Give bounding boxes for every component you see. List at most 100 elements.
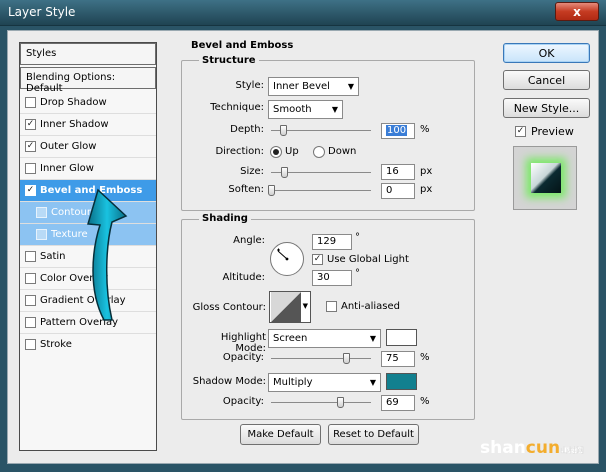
- close-icon: x: [573, 4, 581, 19]
- style-dropdown[interactable]: Inner Bevel ▼: [268, 77, 359, 96]
- technique-value: Smooth: [273, 104, 312, 115]
- highlight-opacity-slider[interactable]: [271, 358, 371, 359]
- highlight-opacity-thumb[interactable]: [343, 353, 350, 364]
- technique-dropdown[interactable]: Smooth ▼: [268, 100, 343, 119]
- shadow-opacity-unit: %: [420, 396, 430, 407]
- structure-title: Structure: [199, 55, 259, 66]
- style-item-label: Outer Glow: [40, 141, 97, 152]
- watermark-sub: 山村网: [560, 446, 584, 455]
- styles-header[interactable]: Styles: [20, 43, 156, 65]
- style-item-checkbox[interactable]: [25, 96, 36, 108]
- style-item-checkbox[interactable]: [25, 295, 36, 306]
- technique-label: Technique:: [210, 102, 264, 113]
- check-icon: ✓: [516, 126, 525, 136]
- shadow-mode-label: Shadow Mode:: [192, 376, 266, 387]
- altitude-label: Altitude:: [222, 272, 265, 283]
- style-item-checkbox[interactable]: [25, 273, 36, 284]
- contour-icon: [271, 292, 301, 322]
- highlight-mode-value: Screen: [273, 333, 308, 344]
- annotation-arrow: [87, 188, 128, 321]
- style-item-checkbox[interactable]: [25, 251, 36, 262]
- soften-unit: px: [420, 184, 433, 195]
- depth-value: 100: [386, 125, 408, 136]
- close-button[interactable]: x: [555, 2, 599, 21]
- preview-swatch: [513, 146, 577, 210]
- shadow-color-swatch[interactable]: [386, 373, 417, 390]
- new-style-button[interactable]: New Style...: [503, 98, 590, 118]
- angle-input[interactable]: 129: [312, 234, 352, 250]
- direction-label: Direction:: [215, 146, 264, 157]
- style-item-inner-glow[interactable]: Inner Glow: [20, 157, 156, 179]
- make-default-button[interactable]: Make Default: [240, 424, 321, 445]
- style-item-checkbox[interactable]: ✓: [25, 119, 36, 130]
- watermark-brand: shan: [480, 438, 526, 458]
- highlight-color-swatch[interactable]: [386, 329, 417, 346]
- style-item-checkbox[interactable]: [25, 339, 36, 350]
- style-item-stroke[interactable]: Stroke: [20, 333, 156, 355]
- size-unit: px: [420, 166, 433, 177]
- anti-aliased-checkbox[interactable]: [326, 301, 337, 312]
- style-item-checkbox[interactable]: [36, 207, 47, 218]
- check-icon: ✓: [26, 119, 35, 129]
- use-global-light-checkbox[interactable]: ✓: [312, 254, 323, 265]
- use-global-light-label: Use Global Light: [327, 254, 409, 265]
- direction-up-label: Up: [285, 146, 299, 157]
- blending-options-item[interactable]: Blending Options: Default: [20, 67, 156, 94]
- highlight-mode-label: Highlight Mode:: [220, 332, 266, 354]
- shadow-opacity-input[interactable]: 69: [381, 395, 415, 411]
- reset-to-default-button[interactable]: Reset to Default: [328, 424, 419, 445]
- check-icon: ✓: [26, 141, 35, 151]
- cancel-button[interactable]: Cancel: [503, 70, 590, 90]
- style-item-checkbox[interactable]: [36, 229, 47, 240]
- soften-slider[interactable]: [271, 190, 371, 191]
- ok-button[interactable]: OK: [503, 43, 590, 63]
- depth-label: Depth:: [230, 124, 264, 135]
- size-slider-thumb[interactable]: [281, 167, 288, 178]
- style-item-checkbox[interactable]: ✓: [25, 141, 36, 152]
- shadow-opacity-label: Opacity:: [222, 396, 264, 407]
- style-item-checkbox[interactable]: ✓: [25, 185, 36, 196]
- direction-up-radio[interactable]: [270, 146, 282, 158]
- style-item-checkbox[interactable]: [25, 317, 36, 328]
- soften-slider-thumb[interactable]: [268, 185, 275, 196]
- angle-unit: °: [355, 232, 360, 243]
- style-item-label: Drop Shadow: [40, 96, 107, 108]
- style-item-label: Stroke: [40, 339, 72, 350]
- size-input[interactable]: 16: [381, 164, 415, 180]
- highlight-mode-dropdown[interactable]: Screen ▼: [268, 329, 381, 348]
- soften-input[interactable]: 0: [381, 183, 415, 199]
- depth-input[interactable]: 100: [381, 123, 415, 139]
- watermark-brand-cn: cun: [525, 438, 561, 458]
- chevron-down-icon: ▼: [369, 334, 376, 343]
- depth-slider-thumb[interactable]: [280, 125, 287, 136]
- highlight-opacity-input[interactable]: 75: [381, 351, 415, 367]
- style-item-checkbox[interactable]: [25, 163, 36, 174]
- shadow-mode-dropdown[interactable]: Multiply ▼: [268, 373, 381, 392]
- direction-down-radio[interactable]: [313, 146, 325, 158]
- shading-title: Shading: [199, 213, 251, 224]
- altitude-input[interactable]: 30: [312, 270, 352, 286]
- style-label: Style:: [235, 80, 265, 91]
- shadow-opacity-thumb[interactable]: [337, 397, 344, 408]
- check-icon: ✓: [313, 254, 322, 264]
- soften-label: Soften:: [228, 184, 264, 195]
- depth-unit: %: [420, 124, 430, 135]
- angle-label: Angle:: [233, 235, 265, 246]
- gloss-contour-label: Gloss Contour:: [192, 302, 266, 313]
- chevron-down-icon: ▼: [347, 82, 354, 91]
- preview-label: Preview: [531, 125, 574, 138]
- chevron-down-icon: ▼: [302, 302, 308, 310]
- style-item-inner-shadow[interactable]: ✓ Inner Shadow: [20, 113, 156, 135]
- anti-aliased-label: Anti-aliased: [341, 301, 401, 312]
- highlight-opacity-label: Opacity:: [222, 352, 264, 363]
- style-item-outer-glow[interactable]: ✓ Outer Glow: [20, 135, 156, 157]
- window-title: Layer Style: [8, 5, 76, 19]
- angle-dial[interactable]: [269, 241, 305, 277]
- style-item-label: Inner Shadow: [40, 119, 109, 130]
- gloss-contour-picker[interactable]: ▼: [269, 291, 311, 323]
- preview-checkbox[interactable]: ✓: [515, 126, 526, 137]
- title-bar: [0, 0, 606, 26]
- check-icon: ✓: [26, 185, 35, 195]
- style-item-drop-shadow[interactable]: Drop Shadow: [20, 91, 156, 113]
- shadow-opacity-slider[interactable]: [271, 402, 371, 403]
